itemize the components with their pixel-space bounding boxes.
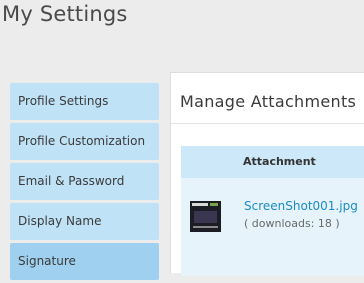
panel-divider bbox=[171, 123, 364, 124]
manage-attachments-panel: Manage Attachments Attachment ScreenShot… bbox=[170, 72, 364, 276]
attachment-file-link[interactable]: ScreenShot001.jpg bbox=[244, 199, 358, 213]
settings-sidebar: Profile Settings Profile Customization E… bbox=[10, 83, 159, 283]
table-header: Attachment bbox=[181, 146, 364, 178]
image-thumbnail-icon[interactable] bbox=[190, 201, 221, 232]
table-row: ScreenShot001.jpg ( downloads: 18 ) bbox=[181, 178, 364, 248]
column-header-attachment: Attachment bbox=[243, 155, 316, 168]
sidebar-item-profile-customization[interactable]: Profile Customization bbox=[10, 123, 159, 160]
sidebar-item-display-name[interactable]: Display Name bbox=[10, 203, 159, 240]
download-count: ( downloads: 18 ) bbox=[244, 217, 340, 230]
sidebar-item-signature[interactable]: Signature bbox=[10, 243, 159, 280]
attachments-table: Attachment ScreenShot001.jpg ( downloads… bbox=[181, 146, 364, 276]
sidebar-item-profile-settings[interactable]: Profile Settings bbox=[10, 83, 159, 120]
page-title: My Settings bbox=[2, 2, 128, 26]
sidebar-item-email-password[interactable]: Email & Password bbox=[10, 163, 159, 200]
panel-title: Manage Attachments bbox=[180, 92, 357, 111]
